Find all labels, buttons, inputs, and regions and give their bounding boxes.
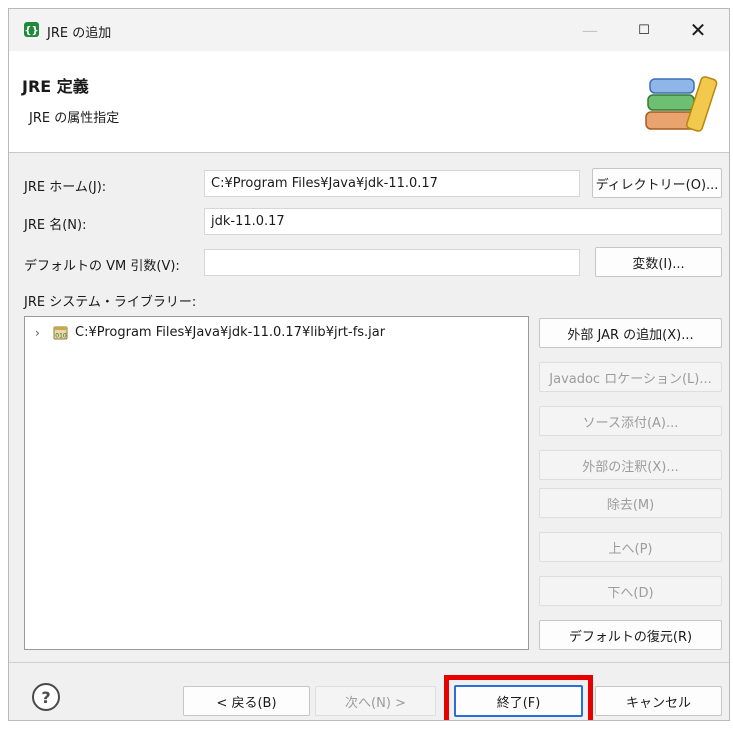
move-down-button[interactable]: 下へ(D) (539, 576, 722, 606)
vm-args-input[interactable] (204, 249, 580, 276)
variables-button[interactable]: 変数(I)... (595, 247, 722, 277)
remove-button[interactable]: 除去(M) (539, 488, 722, 518)
svg-text:010: 010 (55, 333, 67, 340)
back-button[interactable]: < 戻る(B) (183, 686, 310, 716)
maximize-button[interactable]: ☐ (621, 9, 667, 51)
eclipse-app-icon: {} (24, 22, 39, 37)
minimize-button[interactable]: — (567, 9, 613, 51)
source-attachment-button[interactable]: ソース添付(A)... (539, 406, 722, 436)
library-list[interactable]: › 010 C:¥Program Files¥Java¥jdk-11.0.17¥… (24, 316, 529, 650)
expand-chevron-icon[interactable]: › (35, 326, 47, 340)
next-button[interactable]: 次へ(N) > (315, 686, 436, 716)
library-item[interactable]: › 010 C:¥Program Files¥Java¥jdk-11.0.17¥… (35, 324, 385, 341)
window-title: JRE の追加 (47, 26, 112, 41)
page-title: JRE 定義 (22, 77, 89, 96)
svg-text:{}: {} (24, 26, 38, 37)
help-icon[interactable]: ? (32, 683, 60, 711)
close-button[interactable]: ✕ (675, 9, 721, 51)
move-up-button[interactable]: 上へ(P) (539, 532, 722, 562)
library-item-label: C:¥Program Files¥Java¥jdk-11.0.17¥lib¥jr… (75, 325, 386, 340)
footer-divider (9, 662, 729, 663)
add-jre-dialog: {} JRE の追加 — ☐ ✕ JRE 定義 JRE の属性指定 JRE ホー… (8, 8, 730, 721)
jre-home-label: JRE ホーム(J): (24, 180, 107, 195)
books-library-icon (645, 76, 718, 132)
system-libraries-label: JRE システム・ライブラリー: (24, 295, 197, 310)
cancel-button[interactable]: キャンセル (595, 686, 722, 716)
finish-highlight-box (444, 675, 593, 720)
jre-name-label: JRE 名(N): (24, 218, 87, 233)
directory-button[interactable]: ディレクトリー(O)... (592, 168, 722, 198)
add-external-jar-button[interactable]: 外部 JAR の追加(X)... (539, 318, 722, 348)
title-bar: {} JRE の追加 — ☐ ✕ (9, 9, 729, 51)
javadoc-location-button[interactable]: Javadoc ロケーション(L)... (539, 362, 722, 392)
jre-home-input[interactable]: C:¥Program Files¥Java¥jdk-11.0.17 (204, 170, 580, 197)
jar-file-icon: 010 (53, 326, 68, 340)
external-annotations-button[interactable]: 外部の注釈(X)... (539, 450, 722, 480)
page-subtitle: JRE の属性指定 (29, 111, 120, 126)
wizard-header: JRE 定義 JRE の属性指定 (9, 51, 729, 153)
restore-default-button[interactable]: デフォルトの復元(R) (539, 620, 722, 650)
jre-name-input[interactable]: jdk-11.0.17 (204, 208, 722, 235)
vm-args-label: デフォルトの VM 引数(V): (24, 259, 180, 274)
